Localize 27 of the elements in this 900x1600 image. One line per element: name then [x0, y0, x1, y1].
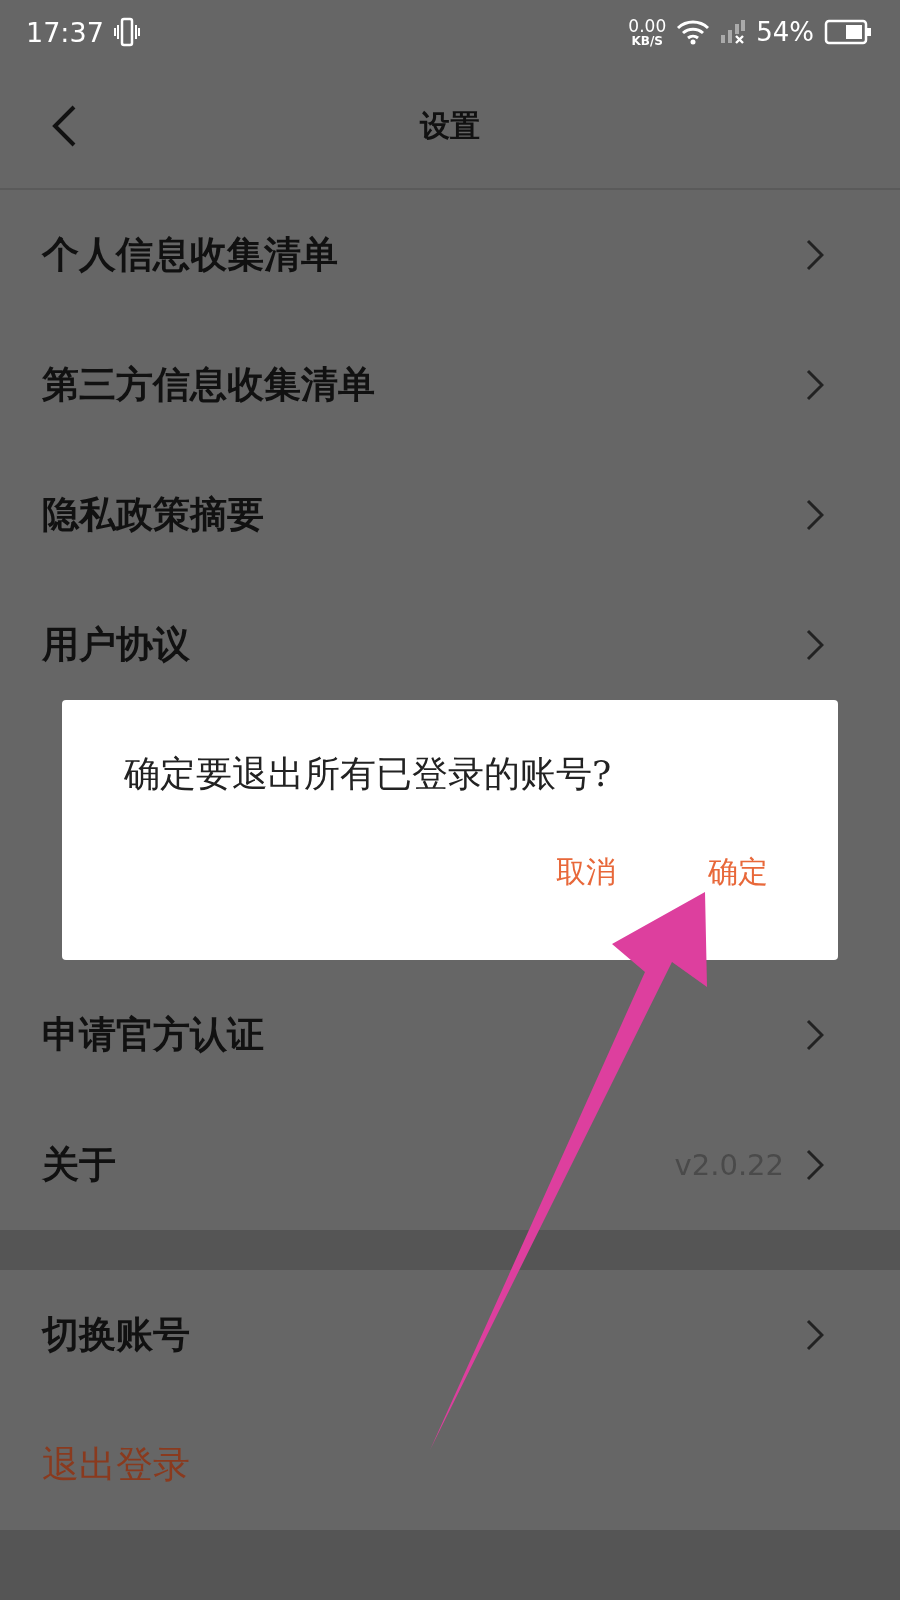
- status-time: 17:37: [26, 16, 104, 48]
- settings-label[interactable]: 个人信息收集清单: [42, 230, 338, 280]
- chevron-right-icon: [806, 1019, 824, 1051]
- speed-unit: KB/S: [631, 34, 663, 47]
- settings-label[interactable]: 第三方信息收集清单: [42, 360, 375, 410]
- settings-label[interactable]: 关于: [42, 1140, 116, 1190]
- chevron-right-icon: [806, 239, 824, 271]
- dialog-message: 确定要退出所有已登录的账号?: [124, 752, 613, 796]
- chevron-right-icon: [806, 629, 824, 661]
- battery-icon: [824, 19, 872, 45]
- vibrate-icon: [113, 16, 140, 48]
- back-icon: [50, 104, 78, 148]
- chevron-right-icon: [806, 1149, 824, 1181]
- settings-label[interactable]: 切换账号: [42, 1310, 190, 1360]
- dialog-button[interactable]: 取消: [552, 857, 620, 887]
- dialog-button[interactable]: 确定: [704, 857, 772, 887]
- settings-label[interactable]: 用户协议: [42, 620, 190, 670]
- page-title: 设置: [420, 106, 480, 145]
- network-speed: 0.00: [628, 17, 667, 35]
- chevron-right-icon: [806, 1319, 824, 1351]
- wifi-icon: [676, 19, 711, 45]
- chevron-right-icon: [806, 499, 824, 531]
- settings-label[interactable]: 申请官方认证: [42, 1010, 264, 1060]
- settings-label[interactable]: 隐私政策摘要: [42, 490, 264, 540]
- battery-percent: 54%: [756, 17, 814, 47]
- signal-icon: [720, 19, 747, 45]
- chevron-right-icon: [806, 369, 824, 401]
